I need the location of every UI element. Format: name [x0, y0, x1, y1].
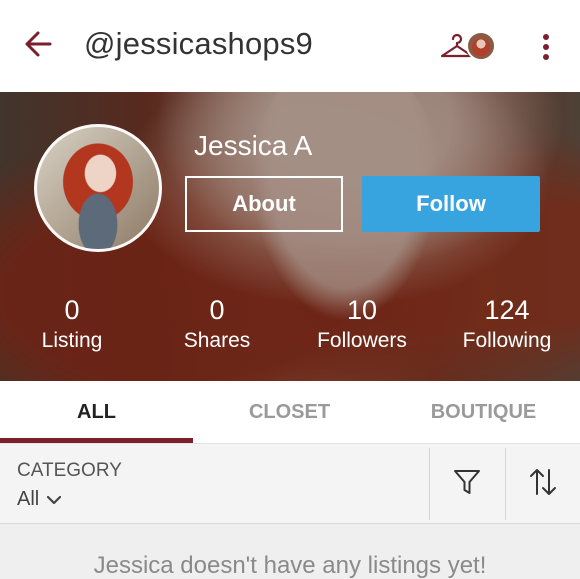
about-button[interactable]: About	[185, 176, 343, 232]
stat-value: 124	[484, 295, 530, 325]
category-dropdown[interactable]: All	[17, 488, 62, 511]
stat-following[interactable]: 124 Following	[437, 294, 577, 356]
category-value: All	[17, 488, 40, 510]
stat-label: Listing	[41, 329, 103, 352]
funnel-icon	[452, 467, 482, 502]
empty-message: Jessica doesn't have any listings yet!	[93, 552, 487, 579]
tab-closet[interactable]: CLOSET	[193, 381, 386, 444]
category-caption: CATEGORY	[17, 460, 122, 481]
user-avatar	[466, 31, 496, 61]
profile-cover: Jessica A About Follow 0 Listing 0 Share…	[0, 92, 580, 381]
more-vertical-icon-dot	[543, 44, 549, 50]
closet-tabs: ALL CLOSET BOUTIQUE	[0, 381, 580, 444]
stat-label: Following	[462, 329, 552, 352]
stat-label: Followers	[317, 329, 407, 352]
arrow-left-icon	[23, 29, 53, 64]
profile-stats: 0 Listing 0 Shares 10 Followers 124 Foll…	[0, 294, 580, 364]
empty-state: Jessica doesn't have any listings yet!	[0, 524, 580, 579]
more-vertical-icon-dot	[543, 34, 549, 40]
my-closet-button[interactable]	[440, 30, 498, 64]
display-name: Jessica A	[194, 130, 313, 161]
more-menu-button[interactable]	[534, 30, 558, 64]
sort-button[interactable]	[506, 444, 580, 524]
filter-bar: CATEGORY All	[0, 444, 580, 524]
sort-arrows-icon	[528, 466, 558, 503]
stat-listing[interactable]: 0 Listing	[2, 294, 142, 356]
active-tab-indicator	[0, 438, 193, 443]
stat-followers[interactable]: 10 Followers	[292, 294, 432, 356]
profile-screen: @jessicashops9 Jessica A About Follow 0 …	[0, 0, 580, 579]
tab-boutique[interactable]: BOUTIQUE	[387, 381, 580, 444]
stat-label: Shares	[183, 329, 251, 352]
stat-value: 0	[209, 295, 225, 325]
more-vertical-icon-dot	[543, 54, 549, 60]
top-bar: @jessicashops9	[0, 0, 580, 92]
back-button[interactable]	[20, 28, 56, 64]
chevron-down-icon	[47, 488, 62, 511]
stat-shares[interactable]: 0 Shares	[147, 294, 287, 356]
stat-value: 10	[346, 295, 378, 325]
tab-all[interactable]: ALL	[0, 381, 193, 444]
profile-handle: @jessicashops9	[84, 26, 313, 61]
follow-button[interactable]: Follow	[362, 176, 540, 232]
stat-value: 0	[64, 295, 80, 325]
filter-button[interactable]	[430, 444, 504, 524]
profile-avatar[interactable]	[34, 124, 162, 252]
